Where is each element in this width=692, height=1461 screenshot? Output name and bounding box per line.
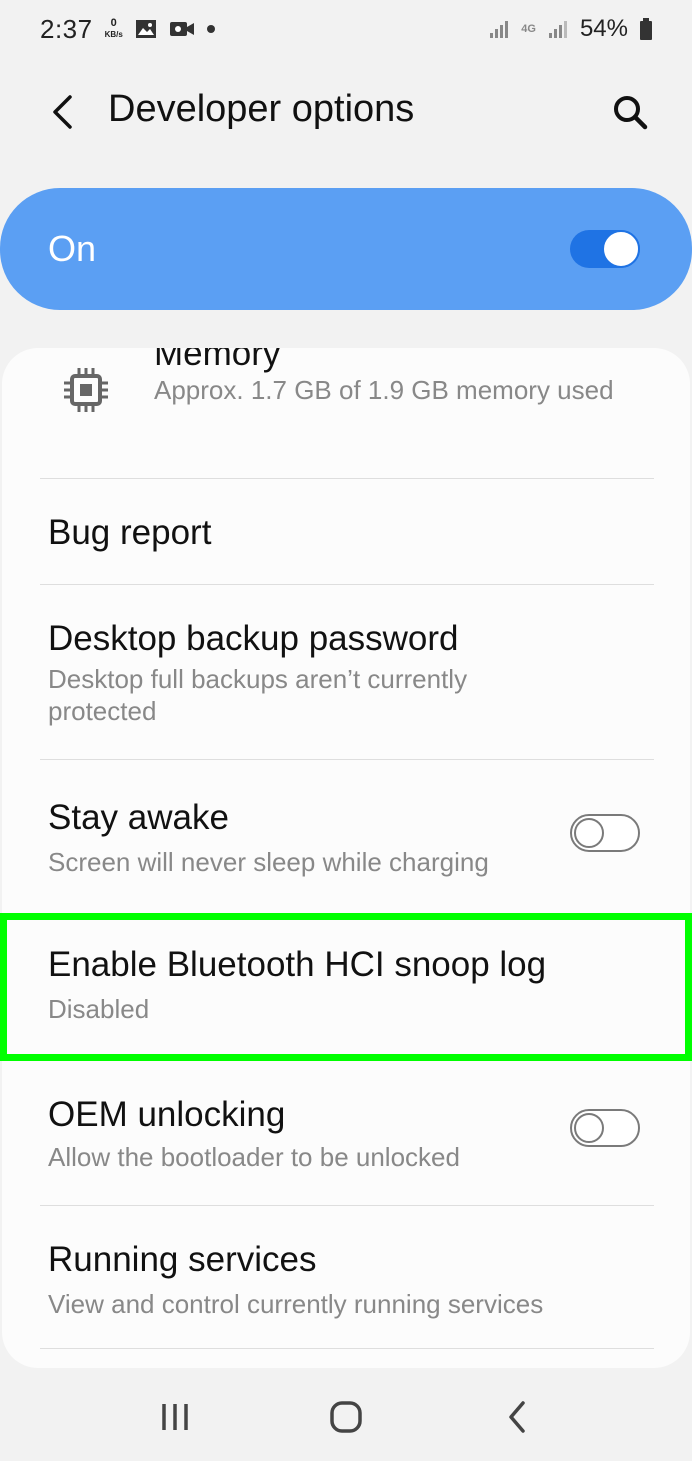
setting-oem-unlocking[interactable]: OEM unlocking Allow the bootloader to be… (2, 1061, 690, 1205)
search-button[interactable] (606, 88, 654, 136)
setting-running-services[interactable]: Running services View and control curren… (2, 1206, 690, 1348)
setting-title: Bug report (48, 513, 212, 552)
divider (40, 1348, 654, 1349)
network-type: 4G (521, 22, 536, 35)
status-bar: 2:37 0 KB/s 4G 54% (0, 0, 692, 58)
stay-awake-toggle[interactable] (570, 814, 640, 852)
status-time: 2:37 (40, 13, 93, 44)
setting-subtitle: Approx. 1.7 GB of 1.9 GB memory used (154, 375, 614, 405)
master-toggle[interactable] (570, 230, 640, 268)
data-speed-value: 0 (110, 17, 117, 29)
recents-icon (162, 1403, 189, 1430)
setting-title: Memory (154, 348, 281, 373)
setting-title: OEM unlocking (48, 1095, 286, 1134)
oem-unlocking-toggle[interactable] (570, 1109, 640, 1147)
page-title: Developer options (108, 88, 415, 130)
toggle-knob (574, 818, 604, 848)
toggle-knob (574, 1113, 604, 1143)
recents-button[interactable] (145, 1387, 205, 1447)
back-button[interactable] (40, 90, 84, 134)
developer-options-master-switch[interactable]: On (0, 188, 692, 310)
battery-level: 54% (579, 15, 628, 42)
setting-title: Running services (48, 1240, 317, 1279)
setting-subtitle: Disabled (48, 994, 150, 1024)
home-icon (330, 1400, 362, 1433)
back-icon (508, 1400, 525, 1433)
setting-bluetooth-hci-snoop-log[interactable]: Enable Bluetooth HCI snoop log Disabled (2, 915, 690, 1061)
setting-subtitle: Desktop full backups aren’t currently pr… (48, 664, 468, 726)
setting-title: Stay awake (48, 798, 229, 837)
gallery-icon (135, 19, 157, 39)
notification-dot-icon (206, 25, 215, 33)
setting-subtitle: Screen will never sleep while charging (48, 847, 489, 877)
navigation-bar (0, 1372, 692, 1461)
setting-subtitle: Allow the bootloader to be unlocked (48, 1142, 460, 1172)
signal-icon-2 (548, 19, 568, 39)
toggle-knob (602, 230, 640, 268)
signal-icon (489, 19, 509, 39)
nav-back-button[interactable] (487, 1387, 547, 1447)
chip-icon (62, 366, 110, 414)
setting-title: Desktop backup password (48, 619, 459, 658)
setting-subtitle: View and control currently running servi… (48, 1289, 544, 1319)
data-speed-indicator: 0 KB/s (105, 18, 123, 40)
status-right: 4G 54% (489, 15, 652, 43)
setting-stay-awake[interactable]: Stay awake Screen will never sleep while… (2, 760, 690, 910)
home-button[interactable] (316, 1387, 376, 1447)
master-switch-label: On (48, 228, 97, 269)
setting-bug-report[interactable]: Bug report (2, 479, 690, 584)
data-speed-unit: KB/s (104, 30, 123, 39)
app-bar: Developer options (0, 60, 692, 164)
setting-desktop-backup-password[interactable]: Desktop backup password Desktop full bac… (2, 585, 690, 759)
settings-list: Memory Approx. 1.7 GB of 1.9 GB memory u… (2, 348, 690, 1368)
status-left: 2:37 0 KB/s (40, 14, 215, 45)
video-call-icon (169, 19, 195, 39)
back-arrow-icon (53, 95, 72, 129)
setting-memory[interactable]: Memory Approx. 1.7 GB of 1.9 GB memory u… (2, 348, 690, 476)
search-icon (614, 96, 648, 130)
battery-icon (640, 18, 652, 40)
setting-title: Enable Bluetooth HCI snoop log (48, 945, 547, 984)
